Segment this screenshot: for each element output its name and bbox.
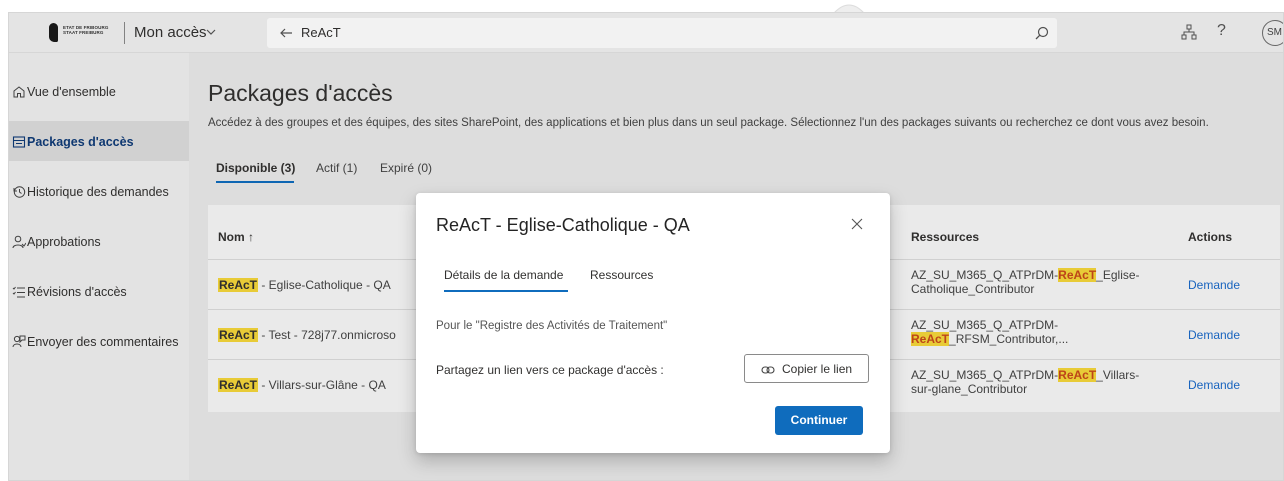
- dialog-title: ReAcT - Eglise-Catholique - QA: [436, 215, 690, 235]
- active-tab-indicator: [444, 290, 568, 292]
- copy-link-button[interactable]: Copier le lien: [744, 354, 869, 383]
- top-decoration: [832, 0, 866, 14]
- copy-link-label: Copier le lien: [782, 362, 853, 376]
- app-window: ETAT DE FRIBOURG STAAT FREIBURG Mon accè…: [8, 12, 1284, 481]
- tab-details-demande[interactable]: Détails de la demande: [444, 268, 563, 282]
- continue-button[interactable]: Continuer: [775, 406, 863, 435]
- package-dialog: ReAcT - Eglise-Catholique - QA Détails d…: [416, 193, 890, 453]
- tab-ressources[interactable]: Ressources: [590, 268, 653, 282]
- link-icon: [761, 363, 775, 375]
- close-icon[interactable]: [850, 217, 864, 231]
- share-link-label: Partagez un lien vers ce package d'accès…: [436, 363, 664, 377]
- package-description: Pour le "Registre des Activités de Trait…: [436, 320, 668, 332]
